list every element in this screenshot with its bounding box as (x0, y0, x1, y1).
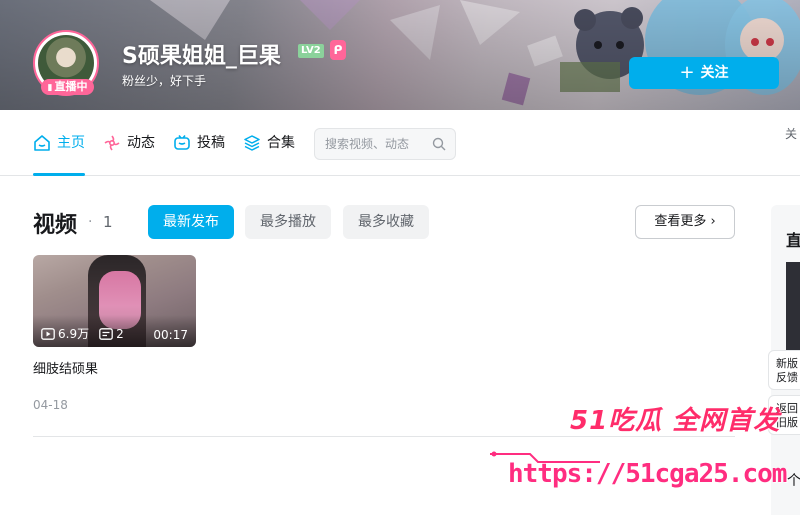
nav-right-text[interactable]: 关 (785, 125, 797, 142)
dynamic-icon (104, 135, 120, 151)
video-thumbnail[interactable]: 6.9万 2 00:17 (33, 255, 196, 347)
section-title: 视频 (33, 213, 78, 238)
search-input[interactable] (315, 129, 425, 159)
tab-dynamic[interactable]: 动态 (103, 132, 155, 154)
live-badge[interactable]: ▮ 直播中 (41, 79, 94, 95)
level-badge: LV2 (298, 44, 324, 58)
tab-upload[interactable]: 投稿 (173, 132, 225, 154)
new-version-feedback-button[interactable]: 新版 反馈 (768, 350, 800, 390)
video-title[interactable]: 细肢结硕果 (33, 358, 98, 377)
video-count: 1 (103, 213, 113, 231)
upload-tv-icon (174, 135, 190, 150)
plus-icon: + (679, 62, 695, 83)
tab-collection[interactable]: 合集 (243, 132, 295, 154)
space-search (314, 128, 456, 160)
chevron-right-icon: › (710, 214, 716, 229)
watermark-title: 51吃瓜 全网首发 (570, 406, 781, 436)
search-icon[interactable] (432, 137, 446, 151)
collection-icon (244, 135, 260, 151)
username: S硕果姐姐_巨果 (122, 44, 281, 69)
active-tab-indicator (33, 173, 85, 176)
signature: 粉丝少，好下手 (122, 74, 207, 88)
live-bars-icon: ▮ (47, 83, 53, 93)
sort-most-favorited-button[interactable]: 最多收藏 (343, 205, 429, 239)
section-dot: · (88, 214, 93, 230)
watermark-url: https://51cga25.com (508, 459, 787, 489)
sort-latest-button[interactable]: 最新发布 (148, 205, 234, 239)
sort-most-played-button[interactable]: 最多播放 (245, 205, 331, 239)
video-date: 04-18 (33, 398, 68, 412)
danmaku-icon (99, 327, 113, 340)
follow-button[interactable]: + 关注 (629, 57, 779, 89)
pink-badge-icon: ᑭ (330, 40, 346, 60)
side-bottom-text: 个 (787, 473, 800, 489)
profile-nav: 主页 动态 投稿 合集 关 (0, 110, 800, 176)
profile-banner (0, 0, 800, 110)
view-more-button[interactable]: 查看更多 › (635, 205, 735, 239)
play-count-icon (41, 327, 55, 340)
tab-home[interactable]: 主页 (33, 132, 85, 154)
side-panel-title: 直 (786, 231, 800, 250)
video-stats: 6.9万 2 (41, 325, 134, 342)
video-duration: 00:17 (153, 328, 188, 342)
home-icon (34, 135, 50, 151)
side-panel-image[interactable] (786, 262, 800, 352)
